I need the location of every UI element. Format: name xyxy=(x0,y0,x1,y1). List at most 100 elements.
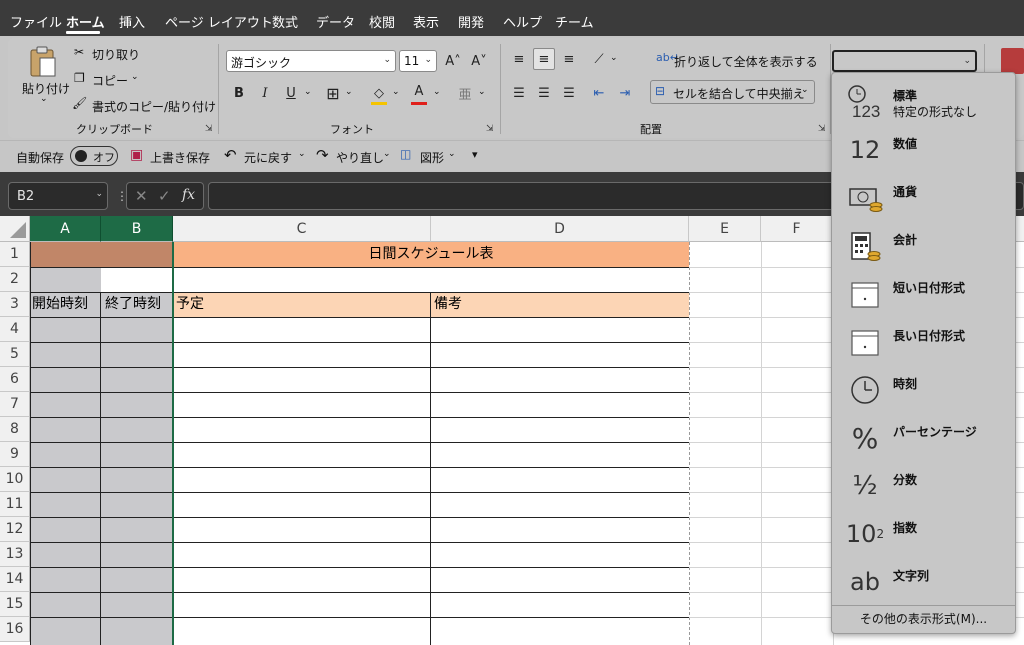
undo-icon[interactable]: ↶ xyxy=(224,146,237,164)
calendar-short-icon xyxy=(846,275,884,313)
autosave-label: 自動保存 xyxy=(16,151,65,165)
shrink-font-button[interactable]: A˅ xyxy=(468,50,490,72)
percent-icon: % xyxy=(851,421,879,455)
tab-data[interactable]: データ xyxy=(316,12,355,31)
font-color-icon[interactable]: A xyxy=(408,80,430,102)
tab-help[interactable]: ヘルプ xyxy=(503,12,542,31)
insert-function-icon[interactable]: fx xyxy=(182,187,195,203)
tab-review[interactable]: 校閲 xyxy=(369,12,395,31)
bold-button[interactable]: B xyxy=(228,82,250,104)
tab-developer[interactable]: 開発 xyxy=(458,12,484,31)
tab-insert[interactable]: 挿入 xyxy=(119,12,145,31)
format-label: 時刻 xyxy=(893,377,918,391)
number-12-icon: 12 xyxy=(849,136,881,164)
autosave-toggle[interactable]: オフ xyxy=(70,146,118,166)
align-bottom-icon[interactable]: ≡ xyxy=(558,48,580,70)
shapes-button[interactable]: 図形 xyxy=(420,149,444,166)
format-painter-button[interactable]: 書式のコピー/貼り付け xyxy=(92,98,216,115)
number-format-select[interactable]: ⌄ xyxy=(832,50,977,72)
format-long-date[interactable]: 長い日付形式 xyxy=(832,317,1015,365)
tab-home[interactable]: ホーム xyxy=(66,12,105,31)
format-scientific[interactable]: 10 2 指数 xyxy=(832,509,1015,557)
wrap-text-button[interactable]: 折り返して全体を表示する xyxy=(674,53,818,70)
increase-indent-icon[interactable]: ⇥ xyxy=(614,82,636,104)
toggle-state: オフ xyxy=(93,151,115,164)
tab-file[interactable]: ファイル xyxy=(10,12,62,31)
redo-button[interactable]: やり直し xyxy=(336,149,384,166)
customize-qat-icon[interactable]: ▾ xyxy=(472,148,478,161)
tab-formulas[interactable]: 数式 xyxy=(272,12,298,31)
clipboard-icon xyxy=(30,46,56,77)
chevron-down-icon[interactable]: ⌄ xyxy=(448,149,456,159)
font-size-value: 11 xyxy=(404,54,420,68)
format-number[interactable]: 12 数値 xyxy=(832,125,1015,173)
format-currency[interactable]: 通貨 xyxy=(832,173,1015,221)
tab-view[interactable]: 表示 xyxy=(413,12,439,31)
scissors-icon: ✂ xyxy=(74,45,85,59)
chevron-down-icon[interactable]: ⌄ xyxy=(304,87,312,97)
tab-team[interactable]: チーム xyxy=(555,12,594,31)
chevron-down-icon[interactable]: ⌄ xyxy=(478,87,486,97)
conditional-format-icon[interactable] xyxy=(1001,48,1024,74)
orientation-icon[interactable]: ⟋ xyxy=(588,48,610,70)
save-button[interactable]: 上書き保存 xyxy=(150,149,210,166)
confirm-icon[interactable]: ✓ xyxy=(158,187,171,205)
font-color-swatch xyxy=(411,102,427,105)
format-fraction[interactable]: ½ 分数 xyxy=(832,461,1015,509)
cut-button[interactable]: 切り取り xyxy=(92,46,140,63)
font-name-select[interactable]: 游ゴシック ⌄ xyxy=(226,50,396,72)
more-number-formats-button[interactable]: その他の表示形式(M)... xyxy=(832,605,1015,633)
align-middle-icon[interactable]: ≡ xyxy=(533,48,555,70)
chevron-down-icon[interactable]: ⌄ xyxy=(610,53,618,63)
borders-icon[interactable]: ⊞ xyxy=(322,82,344,104)
italic-button[interactable]: I xyxy=(254,82,276,104)
chevron-down-icon[interactable]: ⌄ xyxy=(383,149,391,159)
format-sub-label: 特定の形式なし xyxy=(893,105,978,119)
format-percentage[interactable]: % パーセンテージ xyxy=(832,413,1015,461)
chevron-down-icon[interactable]: ⌄ xyxy=(298,149,306,159)
underline-button[interactable]: U xyxy=(280,82,302,104)
shapes-icon: ◫ xyxy=(400,147,412,161)
chevron-down-icon[interactable]: ⌄ xyxy=(392,87,400,97)
chevron-down-icon[interactable]: ⌄ xyxy=(40,94,48,104)
name-box[interactable]: B2 ⌄ xyxy=(8,182,108,210)
decrease-indent-icon[interactable]: ⇤ xyxy=(588,82,610,104)
paste-button[interactable] xyxy=(28,46,58,78)
format-text[interactable]: ab 文字列 xyxy=(832,557,1015,605)
exponent-icon: 10 2 xyxy=(845,520,885,548)
format-label: 通貨 xyxy=(893,185,918,199)
format-accounting[interactable]: 会計 xyxy=(832,221,1015,269)
format-label: 短い日付形式 xyxy=(893,281,966,295)
cancel-icon[interactable]: ✕ xyxy=(135,187,148,205)
chevron-down-icon[interactable]: ⌄ xyxy=(131,72,139,82)
dialog-launcher-icon[interactable]: ⇲ xyxy=(818,124,826,134)
dialog-launcher-icon[interactable]: ⇲ xyxy=(205,124,213,134)
format-time[interactable]: 時刻 xyxy=(832,365,1015,413)
align-top-icon[interactable]: ≡ xyxy=(508,48,530,70)
font-size-select[interactable]: 11 ⌄ xyxy=(399,50,437,72)
redo-icon[interactable]: ↷ xyxy=(316,146,329,164)
toggle-knob xyxy=(75,150,87,162)
dialog-launcher-icon[interactable]: ⇲ xyxy=(486,124,494,134)
chevron-down-icon[interactable]: ⌄ xyxy=(345,87,353,97)
align-right-icon[interactable]: ☰ xyxy=(558,82,580,104)
phonetic-icon[interactable]: 亜 xyxy=(454,82,476,104)
chevron-down-icon[interactable]: ⌄ xyxy=(433,87,441,97)
merge-center-button[interactable]: ⊟ セルを結合して中央揃え ⌄ xyxy=(650,80,815,104)
undo-button[interactable]: 元に戻す xyxy=(244,149,292,166)
format-general[interactable]: 123 標準 特定の形式なし xyxy=(832,77,1015,125)
align-left-icon[interactable]: ☰ xyxy=(508,82,530,104)
fraction-icon: ½ xyxy=(852,471,878,501)
merge-center-label: セルを結合して中央揃え xyxy=(673,87,805,101)
fill-color-swatch xyxy=(371,102,387,105)
fill-color-icon[interactable]: ◇ xyxy=(368,82,390,104)
format-short-date[interactable]: 短い日付形式 xyxy=(832,269,1015,317)
chevron-down-icon: ⌄ xyxy=(383,55,391,65)
grow-font-button[interactable]: A˄ xyxy=(442,50,464,72)
copy-button[interactable]: コピー xyxy=(92,72,128,89)
align-center-icon[interactable]: ☰ xyxy=(533,82,555,104)
chevron-down-icon: ⌄ xyxy=(424,55,432,65)
clock-icon xyxy=(846,371,884,409)
tab-page-layout[interactable]: ページ レイアウト xyxy=(165,12,273,31)
text-ab-icon: ab xyxy=(850,568,880,596)
